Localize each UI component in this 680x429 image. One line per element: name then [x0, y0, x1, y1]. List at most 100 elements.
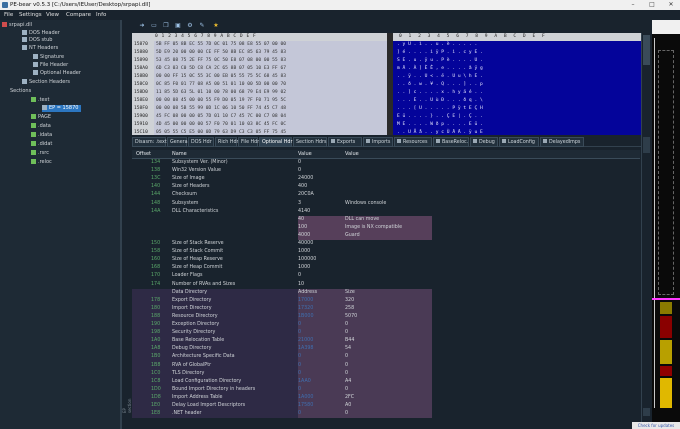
tree-item-reloc[interactable]: .reloc [31, 159, 52, 166]
edit-icon[interactable]: ✎ [198, 22, 206, 30]
hex-row[interactable]: 5B FF 05 8B EC 55 7D 0C 01 75 08 E8 55 0… [156, 41, 286, 49]
grid-row[interactable]: 1B8 RVA of GlobalPtr 0 0 [132, 362, 640, 370]
grid-row[interactable]: Data Directory Address Size [132, 289, 640, 297]
hex-row[interactable]: 45 FC 08 00 00 05 7D 01 10 C7 45 7C 00 C… [156, 113, 286, 121]
tree-item-dos-header[interactable]: DOS Header [22, 30, 60, 37]
vertical-scrollbar[interactable] [641, 33, 651, 429]
tab-disasm-text[interactable]: Disasm: .text [132, 137, 167, 147]
maximize-button[interactable]: □ [645, 0, 659, 10]
tree-item-text[interactable]: .text [31, 97, 49, 104]
close-button[interactable]: ✕ [664, 0, 678, 10]
hex-row[interactable]: 5D E9 20 00 00 00 CE FF 50 8B EC 85 63 7… [156, 49, 286, 57]
tab-optional-hdr[interactable]: Optional Hdr [259, 137, 292, 147]
tree-root[interactable]: srpapi.dll [2, 22, 32, 29]
select-icon[interactable]: ▣ [174, 22, 182, 30]
grid-row[interactable]: 1C8 Load Configuration Directory 1AA0 A4 [132, 378, 640, 386]
menu-info[interactable]: Info [96, 10, 106, 20]
grid-row[interactable]: 138 Win32 Version Value 0 [132, 167, 640, 175]
tab-rich-hdr[interactable]: Rich Hdr [215, 137, 239, 147]
hex-row[interactable]: 4D 45 00 00 00 00 57 F0 70 01 10 03 8C 4… [156, 121, 286, 129]
grid-row[interactable]: 150 Size of Stack Reserve 40000 [132, 240, 640, 248]
grid-row[interactable]: 1C0 TLS Directory 0 0 [132, 370, 640, 378]
grid-row[interactable]: 1A0 Base Relocation Table 21000 B44 [132, 337, 640, 345]
hex-row[interactable]: 11 85 5D 63 5L 01 10 00 78 00 68 79 E4 E… [156, 89, 286, 97]
hex-row[interactable]: 6D C3 03 C0 5D C8 CA 2C 65 8B 07 05 10 E… [156, 65, 286, 73]
grid-row[interactable]: 158 Size of Stack Commit 1000 [132, 248, 640, 256]
hex-row[interactable]: 00 00 08 5B 55 99 0D 1C 06 10 50 FF 74 4… [156, 105, 286, 113]
grid-row[interactable]: 1E0 Delay Load Import Descriptors 17580 A0 [132, 402, 640, 410]
grid-row[interactable]: 100 Image is NX compatible [132, 224, 640, 232]
tab-loadconfig[interactable]: LoadConfig [499, 137, 539, 147]
hex-bytes-area[interactable]: 5B FF 05 8B EC 55 7D 0C 01 75 08 E8 55 0… [154, 41, 387, 135]
grid-row[interactable]: 170 Loader Flags 0 [132, 272, 640, 280]
check-updates-link[interactable]: Check for updates [632, 422, 680, 429]
grid-row[interactable]: 1D0 Bound Import Directory in headers 0 0 [132, 386, 640, 394]
grid-row[interactable]: 1A8 Debug Directory 1A398 54 [132, 345, 640, 353]
ascii-row[interactable]: . . ð . w . ¥ . Q . . . ] . . p [397, 81, 483, 89]
col-offset[interactable]: Offset [136, 150, 151, 159]
tree-item-dos-stub[interactable]: DOS stub [22, 37, 52, 44]
hex-row[interactable]: 00 00 08 45 00 00 55 F9 D0 05 19 7F F0 7… [156, 97, 286, 105]
tab-dos-hdr[interactable]: DOS Hdr [188, 137, 214, 147]
tree-item-section-headers[interactable]: Section Headers [22, 79, 70, 86]
grid-row[interactable]: 168 Size of Heap Commit 1000 [132, 264, 640, 272]
tree-item-didat[interactable]: .didat [31, 141, 52, 148]
grid-row[interactable]: 4000 Guard [132, 232, 640, 240]
ascii-row[interactable]: S E . u . ÿ u . P è . . . . U . [397, 57, 483, 65]
scroll-thumb[interactable] [643, 35, 650, 65]
ascii-row[interactable]: . . . [ U . . . . . P ÿ t E Ç H [397, 105, 483, 113]
goto-icon[interactable]: ➜ [138, 22, 146, 30]
tab-delayedimps[interactable]: DelayedImps [540, 137, 584, 147]
tree-item-idata[interactable]: .idata [31, 132, 52, 139]
ascii-row[interactable]: . y U . ì . . u . è . . . . . [397, 41, 477, 49]
copy-icon[interactable]: ❐ [162, 22, 170, 30]
tab-imports[interactable]: Imports [363, 137, 393, 147]
grid-row[interactable]: 140 Size of Headers 400 [132, 183, 640, 191]
minimize-button[interactable]: – [626, 0, 640, 10]
hex-row[interactable]: 53 45 08 75 2E FF 75 0C 50 E8 07 08 00 0… [156, 57, 286, 65]
tree-item-file-header[interactable]: File Header [33, 62, 68, 69]
file-minimap[interactable] [652, 20, 680, 429]
tab-section-hdrs[interactable]: Section Hdrs [293, 137, 327, 147]
tree-item-signature[interactable]: Signature [33, 54, 64, 61]
grid-scroll-up[interactable] [643, 137, 650, 153]
grid-row[interactable]: 1E8 .NET header 0 0 [132, 410, 640, 418]
tab-exports[interactable]: Exports [328, 137, 362, 147]
ascii-row[interactable]: E ü . . . . } . . Ç E | . Ç . . [397, 113, 483, 121]
menu-compare[interactable]: Compare [66, 10, 91, 20]
ascii-row[interactable]: M E . . . . W ð p . . . . E ü . [397, 121, 483, 129]
tree-item-nt-headers[interactable]: NT Headers [22, 45, 58, 52]
grid-row[interactable]: 174 Number of RVAs and Sizes 10 [132, 281, 640, 289]
hex-row[interactable]: 0C 85 F0 01 77 08 A5 00 51 01 10 00 5D 0… [156, 81, 286, 89]
grid-row[interactable]: 190 Exception Directory 0 0 [132, 321, 640, 329]
tab-general[interactable]: General [167, 137, 189, 147]
tree-item-optional-header[interactable]: Optional Header [33, 70, 81, 77]
ascii-row[interactable]: ] é . . . . ì ÿ P . ì . c y E . [397, 49, 483, 57]
hex-row[interactable]: 00 00 FF 15 0C 55 3C 00 EB 05 55 75 5C 6… [156, 73, 286, 81]
grid-row[interactable]: 14A DLL Characteristics 4140 [132, 208, 640, 216]
grid-row[interactable]: 1B0 Architecture Specific Data 0 0 [132, 353, 640, 361]
panel-splitter[interactable] [121, 20, 129, 429]
menu-settings[interactable]: Settings [19, 10, 42, 20]
grid-row[interactable]: 40 DLL can move [132, 216, 640, 224]
tab-resources[interactable]: Resources [394, 137, 432, 147]
grid-row[interactable]: 1D8 Import Address Table 1A000 2FC [132, 394, 640, 402]
col-value[interactable]: Value [298, 150, 312, 159]
tree-item-page[interactable]: PAGE [31, 114, 51, 121]
tree-item-data[interactable]: .data [31, 123, 51, 130]
ascii-row[interactable]: . . ÿ . . U < . ë . U u \ h E . [397, 73, 483, 81]
ascii-row[interactable]: m Ã . À ] È Ê , e . . . . ã ÿ g [397, 65, 483, 73]
menu-view[interactable]: View [46, 10, 59, 20]
grid-row[interactable]: 180 Import Directory 17320 258 [132, 305, 640, 313]
hex-row[interactable]: 05 05 55 C5 E5 00 0D 79 63 D9 C3 C3 05 F… [156, 129, 286, 137]
ascii-row[interactable]: . . ] c . . . . x . h y ä é . . [397, 89, 483, 97]
grid-scroll-down[interactable] [643, 408, 650, 416]
ascii-row[interactable]: . . . E . . U ù Ð . . . ð q . \ [397, 97, 483, 105]
menu-file[interactable]: File [4, 10, 13, 20]
tree-item-rsrc[interactable]: .rsrc [31, 150, 49, 157]
settings-icon[interactable]: ⚙ [186, 22, 194, 30]
tab-basereloc[interactable]: BaseReloc. [433, 137, 469, 147]
bookmark-icon[interactable]: ★ [212, 22, 220, 30]
grid-row[interactable]: 13C Size of Image 24000 [132, 175, 640, 183]
grid-row[interactable]: 178 Export Directory 17000 320 [132, 297, 640, 305]
